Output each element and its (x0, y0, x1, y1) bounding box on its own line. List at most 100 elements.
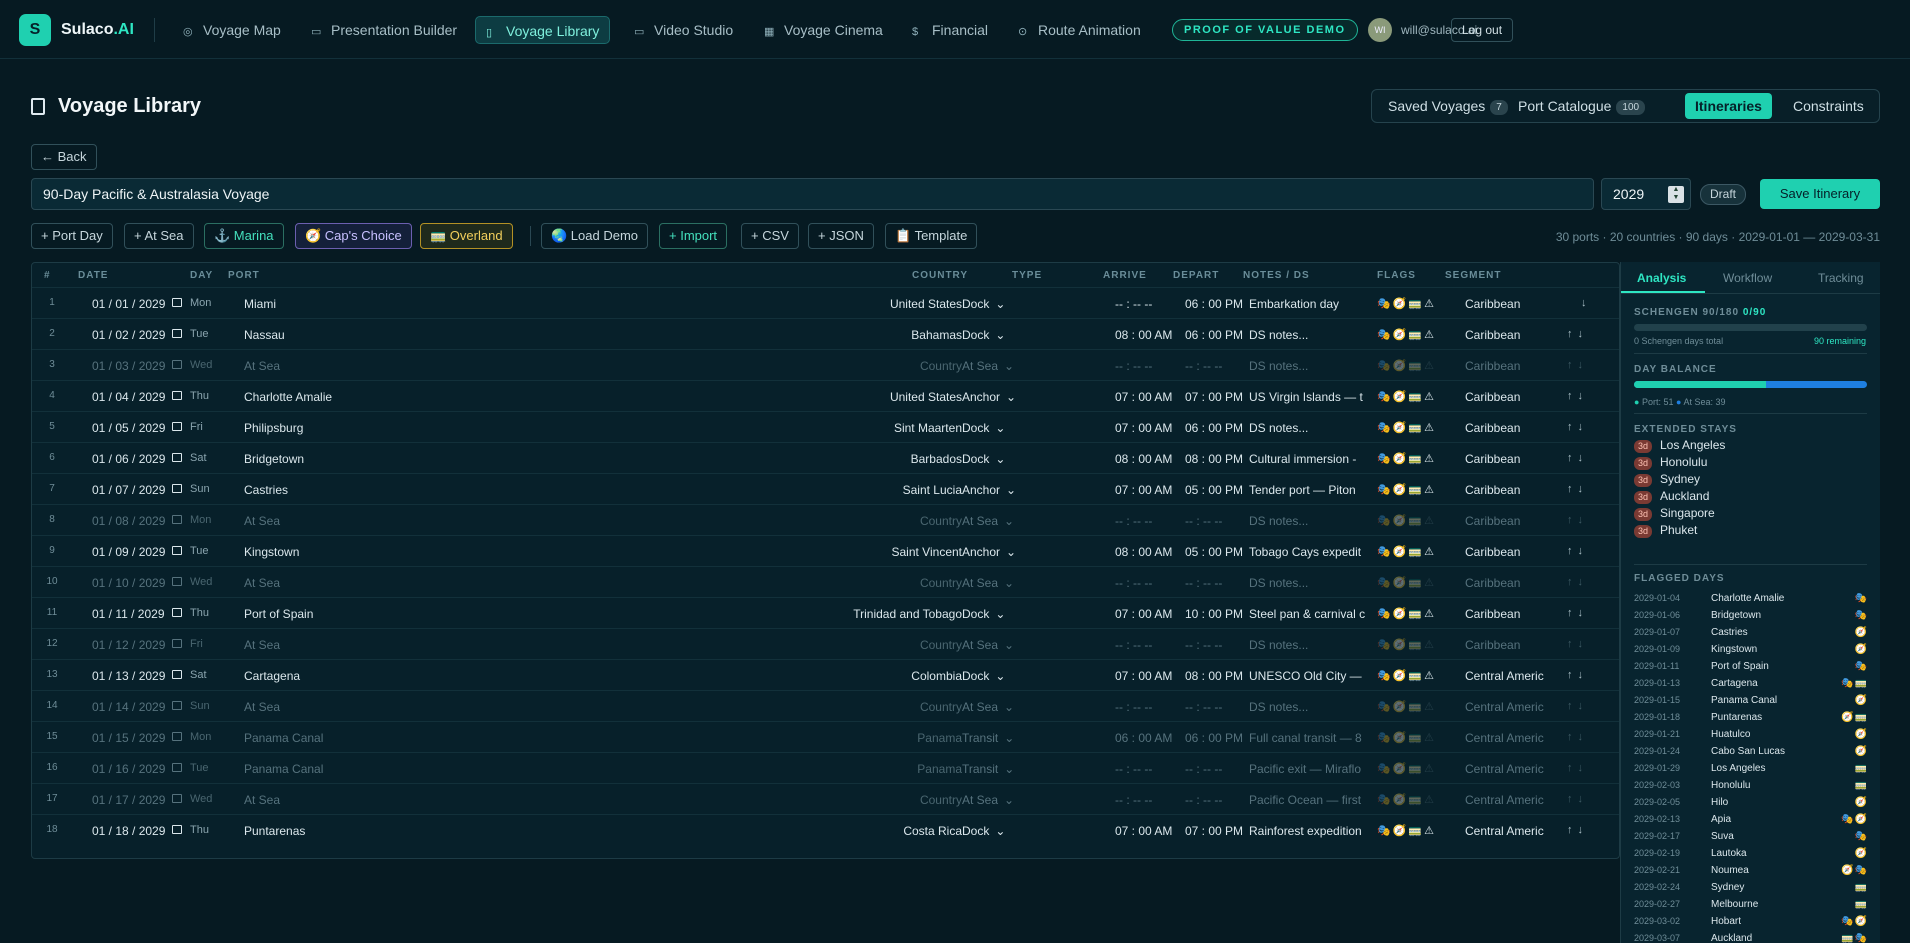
segment-input[interactable]: Caribbean (1465, 576, 1555, 590)
notes-input[interactable]: DS notes... (1249, 328, 1369, 342)
row-flags[interactable]: 🎭🧭🚃⚠ (1377, 452, 1443, 465)
tab-port-catalogue[interactable]: Port Catalogue 100 (1508, 93, 1655, 119)
table-row[interactable]: 1 01 / 01 / 2029 Mon Miami United States Dock… (32, 287, 1619, 318)
port-input[interactable]: At Sea (244, 359, 444, 373)
notes-input[interactable]: Tobago Cays expedit (1249, 545, 1369, 559)
notes-input[interactable]: Steel pan & carnival c (1249, 607, 1369, 621)
type-select[interactable]: Dock (962, 607, 1072, 621)
calendar-icon[interactable] (172, 639, 182, 648)
segment-input[interactable]: Caribbean (1465, 390, 1555, 404)
reorder-arrows[interactable]: ↑↓ (1567, 545, 1607, 557)
flagged-day-item[interactable]: 2029-03-02 Hobart 🎭🧭 (1634, 916, 1868, 927)
calendar-icon[interactable] (172, 360, 182, 369)
notes-input[interactable]: US Virgin Islands — t (1249, 390, 1369, 404)
flagged-day-item[interactable]: 2029-02-13 Apia 🎭🧭 (1634, 814, 1868, 825)
port-input[interactable]: Port of Spain (244, 607, 444, 621)
arrive-time-input[interactable]: 07 : 00 AM (1115, 421, 1185, 435)
segment-input[interactable]: Caribbean (1465, 328, 1555, 342)
reorder-arrows[interactable]: ↑↓ (1567, 638, 1607, 650)
flagged-day-item[interactable]: 2029-02-21 Noumea 🧭🎭 (1634, 865, 1868, 876)
load-demo-button[interactable]: 🌏 Load Demo (541, 223, 649, 249)
calendar-icon[interactable] (172, 608, 182, 617)
table-row[interactable]: 9 01 / 09 / 2029 Tue Kingstown Saint Vincent… (32, 535, 1619, 566)
tab-workflow[interactable]: Workflow (1723, 271, 1772, 285)
table-row[interactable]: 18 01 / 18 / 2029 Thu Puntarenas Costa Rica D… (32, 814, 1619, 845)
type-select[interactable]: Anchor (962, 545, 1072, 559)
arrive-time-input[interactable]: 08 : 00 AM (1115, 545, 1185, 559)
notes-input[interactable]: UNESCO Old City — (1249, 669, 1369, 683)
arrive-time-input[interactable]: -- : -- -- (1115, 638, 1185, 652)
country-input[interactable]: Colombia (792, 669, 962, 683)
nav-voyage-cinema[interactable]: ▦ Voyage Cinema (754, 16, 893, 44)
flagged-day-item[interactable]: 2029-01-04 Charlotte Amalie 🎭 (1634, 593, 1868, 604)
flagged-day-item[interactable]: 2029-01-07 Castries 🧭 (1634, 627, 1868, 638)
nav-video-studio[interactable]: ▭ Video Studio (624, 16, 743, 44)
reorder-arrows[interactable]: ↑↓ (1567, 359, 1607, 371)
port-input[interactable]: Panama Canal (244, 762, 444, 776)
row-flags[interactable]: 🎭🧭🚃⚠ (1377, 545, 1443, 558)
row-flags[interactable]: 🎭🧭🚃⚠ (1377, 576, 1443, 589)
csv-button[interactable]: + CSV (741, 223, 799, 249)
country-input[interactable]: Saint Lucia (792, 483, 962, 497)
segment-input[interactable]: Caribbean (1465, 359, 1555, 373)
notes-input[interactable]: Pacific exit — Miraflo (1249, 762, 1369, 776)
row-flags[interactable]: 🎭🧭🚃⚠ (1377, 390, 1443, 403)
date-input[interactable]: 01 / 02 / 2029 (92, 328, 165, 342)
reorder-arrows[interactable]: ↑↓ (1567, 576, 1607, 588)
arrive-time-input[interactable]: -- : -- -- (1115, 700, 1185, 714)
caps-choice-button[interactable]: 🧭 Cap's Choice (295, 223, 412, 249)
date-input[interactable]: 01 / 04 / 2029 (92, 390, 165, 404)
row-flags[interactable]: 🎭🧭🚃⚠ (1377, 328, 1443, 341)
nav-presentation-builder[interactable]: ▭ Presentation Builder (301, 16, 467, 44)
segment-input[interactable]: Caribbean (1465, 483, 1555, 497)
port-input[interactable]: At Sea (244, 638, 444, 652)
arrive-time-input[interactable]: -- : -- -- (1115, 297, 1185, 311)
reorder-arrows[interactable]: ↑↓ (1567, 483, 1607, 495)
segment-input[interactable]: Central Americ (1465, 669, 1555, 683)
calendar-icon[interactable] (172, 329, 182, 338)
table-row[interactable]: 1401 / 14 / 2029SunAt SeaCountryAt Sea--… (32, 690, 1619, 721)
segment-input[interactable]: Central Americ (1465, 731, 1555, 745)
reorder-arrows[interactable]: ↑↓ (1567, 762, 1607, 774)
notes-input[interactable]: DS notes... (1249, 576, 1369, 590)
row-flags[interactable]: 🎭🧭🚃⚠ (1377, 824, 1443, 837)
flagged-day-item[interactable]: 2029-01-11 Port of Spain 🎭 (1634, 661, 1868, 672)
nav-route-animation[interactable]: ⊙ Route Animation (1008, 16, 1151, 44)
country-input[interactable]: Country (792, 576, 962, 590)
date-input[interactable]: 01 / 13 / 2029 (92, 669, 165, 683)
flagged-day-item[interactable]: 2029-01-09 Kingstown 🧭 (1634, 644, 1868, 655)
table-row[interactable]: 5 01 / 05 / 2029 Fri Philipsburg Sint Maarte… (32, 411, 1619, 442)
tab-constraints[interactable]: Constraints (1783, 93, 1874, 119)
reorder-arrows[interactable]: ↑↓ (1567, 328, 1607, 340)
depart-time-input[interactable]: 06 : 00 PM (1185, 297, 1255, 311)
flagged-day-item[interactable]: 2029-02-17 Suva 🎭 (1634, 831, 1868, 842)
notes-input[interactable]: DS notes... (1249, 700, 1369, 714)
type-select[interactable]: At Sea (962, 793, 1072, 807)
country-input[interactable]: United States (792, 390, 962, 404)
date-input[interactable]: 01 / 17 / 2029 (92, 793, 165, 807)
reorder-arrows[interactable]: ↑↓ (1567, 669, 1607, 681)
year-input[interactable]: 2029 ▲ ▼ (1601, 178, 1691, 210)
port-input[interactable]: Bridgetown (244, 452, 444, 466)
notes-input[interactable]: Tender port — Piton (1249, 483, 1369, 497)
depart-time-input[interactable]: 07 : 00 PM (1185, 824, 1255, 838)
row-flags[interactable]: 🎭🧭🚃⚠ (1377, 731, 1443, 744)
port-input[interactable]: At Sea (244, 793, 444, 807)
reorder-arrows[interactable]: ↑↓ (1567, 607, 1607, 619)
tab-tracking[interactable]: Tracking (1818, 271, 1864, 285)
calendar-icon[interactable] (172, 515, 182, 524)
depart-time-input[interactable]: -- : -- -- (1185, 762, 1255, 776)
calendar-icon[interactable] (172, 422, 182, 431)
arrive-time-input[interactable]: -- : -- -- (1115, 793, 1185, 807)
date-input[interactable]: 01 / 05 / 2029 (92, 421, 165, 435)
date-input[interactable]: 01 / 03 / 2029 (92, 359, 165, 373)
type-select[interactable]: Dock (962, 328, 1072, 342)
table-row[interactable]: 1201 / 12 / 2029FriAt SeaCountryAt Sea--… (32, 628, 1619, 659)
date-input[interactable]: 01 / 07 / 2029 (92, 483, 165, 497)
back-button[interactable]: ← Back (31, 144, 97, 170)
tab-saved-voyages[interactable]: Saved Voyages 7 (1378, 93, 1518, 119)
nav-voyage-map[interactable]: ◎ Voyage Map (173, 16, 291, 44)
calendar-icon[interactable] (172, 453, 182, 462)
reorder-arrows[interactable]: ↑↓ (1567, 452, 1607, 464)
notes-input[interactable]: DS notes... (1249, 514, 1369, 528)
